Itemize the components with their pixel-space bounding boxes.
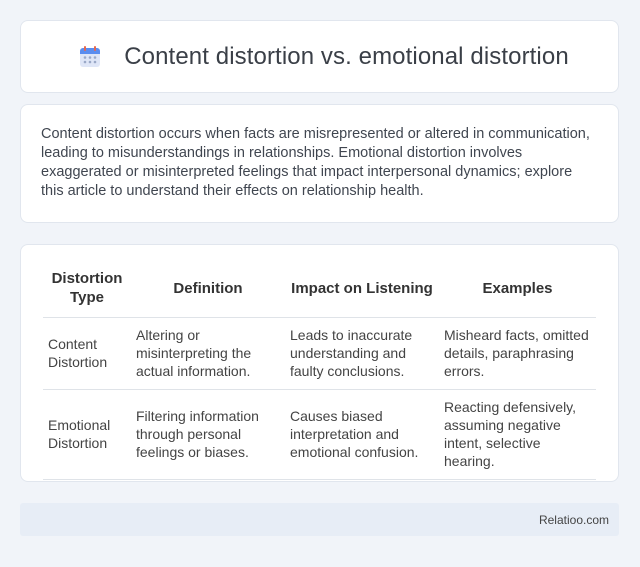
intro-card: Content distortion occurs when facts are… xyxy=(20,104,619,223)
table-header-row: Distortion Type Definition Impact on Lis… xyxy=(43,265,596,318)
table-cell: Filtering information through personal f… xyxy=(131,389,285,480)
table-card: Distortion Type Definition Impact on Lis… xyxy=(20,244,619,482)
table-cell: Emotional Distortion xyxy=(43,389,131,480)
column-header: Impact on Listening xyxy=(285,265,439,318)
table-cell: Causes biased interpretation and emotion… xyxy=(285,389,439,480)
table-cell: Leads to inaccurate understanding and fa… xyxy=(285,317,439,390)
comparison-table: Distortion Type Definition Impact on Lis… xyxy=(43,265,596,480)
column-header: Examples xyxy=(439,265,596,318)
footer: Relatioo.com xyxy=(20,503,619,536)
table-cell: Altering or misinterpreting the actual i… xyxy=(131,317,285,390)
title-card: Content distortion vs. emotional distort… xyxy=(20,20,619,93)
column-header: Definition xyxy=(131,265,285,318)
calendar-icon xyxy=(78,45,102,69)
column-header: Distortion Type xyxy=(43,265,131,318)
page-title: Content distortion vs. emotional distort… xyxy=(124,42,569,70)
table-cell: Misheard facts, omitted details, paraphr… xyxy=(439,317,596,390)
table-cell: Content Distortion xyxy=(43,317,131,390)
table-cell: Reacting defensively, assuming negative … xyxy=(439,389,596,480)
intro-text: Content distortion occurs when facts are… xyxy=(41,126,590,199)
footer-brand[interactable]: Relatioo.com xyxy=(539,513,609,527)
table-row: Content Distortion Altering or misinterp… xyxy=(43,317,596,390)
table-row: Emotional Distortion Filtering informati… xyxy=(43,389,596,480)
